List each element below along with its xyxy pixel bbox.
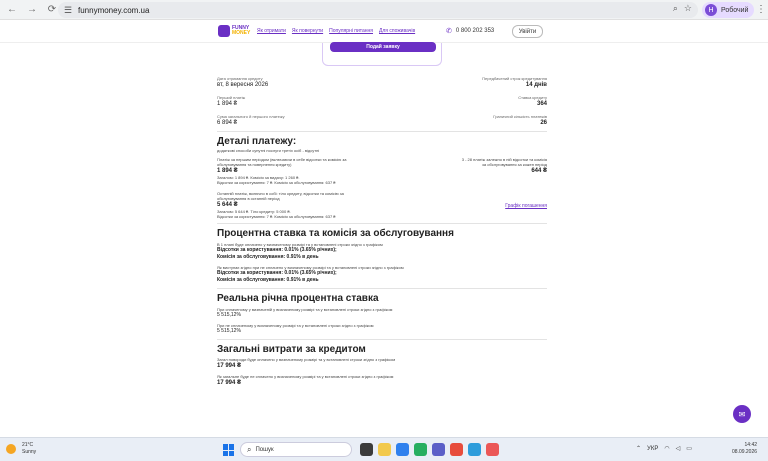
back-icon[interactable]: ← [4, 2, 20, 18]
real-rate-value-2: 5 515,12% [217, 328, 241, 334]
sun-icon [6, 444, 16, 454]
nav-consumers[interactable]: Для споживачів [379, 28, 415, 34]
forward-icon[interactable]: → [24, 2, 40, 18]
apply-button[interactable]: Подай заявку [330, 42, 436, 52]
logo-mark-icon [218, 25, 230, 37]
last-payment-breakdown-2: Відсотки за користування: 7 ₴. Комісія з… [217, 214, 336, 219]
divider [217, 339, 547, 340]
teams-icon[interactable] [432, 443, 445, 456]
site-info-icon[interactable]: ☰ [60, 5, 76, 16]
nav-how-to-repay[interactable]: Як повернути [292, 28, 323, 34]
nav-how-to-get[interactable]: Як отримати [257, 28, 286, 34]
payments-count-value: 26 [540, 120, 547, 126]
site-header: FUNNY MONEY Як отримати Як повернути Поп… [0, 21, 768, 43]
payment-details-subtitle: додаткові способи супутні послуги третіх… [217, 148, 320, 153]
search-icon: ⌕ [247, 444, 252, 454]
login-button[interactable]: Увійти [512, 25, 543, 38]
file-explorer-icon[interactable] [378, 443, 391, 456]
taskbar-apps [360, 443, 499, 456]
nav-faq[interactable]: Популярні питання [329, 28, 373, 34]
taskbar-search[interactable]: ⌕ Пошук [240, 442, 352, 457]
taskbar-search-label: Пошук [255, 446, 274, 453]
total-cost-title: Загальні витрати за кредитом [217, 344, 366, 355]
site-logo[interactable]: FUNNY MONEY [218, 25, 250, 37]
url-text: funnymoney.com.ua [78, 5, 150, 15]
total-value: 6 894 ₴ [217, 120, 238, 126]
browser-menu-icon[interactable]: ⋮ [756, 4, 766, 15]
language-indicator[interactable]: УКР [647, 446, 658, 452]
regular-payment-amount: 644 ₴ [531, 168, 547, 174]
real-rate-title: Реальна річна процентна ставка [217, 293, 379, 304]
volume-icon[interactable]: ◁ [676, 445, 681, 452]
rates-fee-2: Комісія за обслуговування: 0.91% в день [217, 277, 319, 283]
profile-name: Робочий [721, 6, 749, 14]
battery-icon[interactable]: ▭ [686, 445, 692, 452]
clock-time: 14:42 [744, 442, 758, 448]
apr-value: 364 [536, 101, 547, 107]
divider [217, 223, 547, 224]
total-cost-value-1: 17 994 ₴ [217, 363, 242, 369]
task-view-icon[interactable] [360, 443, 373, 456]
windows-taskbar: 21°C Sunny ⌕ Пошук ⌃ УКР ◠ ◁ ▭ 14:42 08.… [0, 437, 768, 461]
first-payment-amount: 1 894 ₴ [217, 168, 238, 174]
mail-icon[interactable] [468, 443, 481, 456]
phone-contact[interactable]: ✆ 0 800 202 353 [446, 27, 494, 35]
divider [217, 131, 547, 132]
weather-condition: Sunny [22, 449, 37, 455]
rates-fee-1: Комісія за обслуговування: 0.91% в день [217, 254, 319, 260]
phone-icon: ✆ [446, 28, 452, 35]
bookmark-star-icon[interactable]: ☆ [684, 3, 692, 14]
weather-widget[interactable]: 21°C Sunny [6, 442, 36, 456]
system-tray: ⌃ УКР ◠ ◁ ▭ [636, 445, 692, 453]
rates-interest-2: Відсотки за користування: 0.01% (3.65% р… [217, 270, 337, 276]
avatar: Н [705, 4, 717, 16]
loan-details: Дата отримання кредиту вт, 8 вересня 202… [217, 72, 547, 387]
phone-number: 0 800 202 353 [455, 28, 495, 34]
wifi-icon[interactable]: ◠ [664, 445, 669, 452]
real-rate-value-1: 5 515,12% [217, 312, 241, 318]
schedule-link[interactable]: Графік погашення [505, 203, 547, 209]
store-icon[interactable] [414, 443, 427, 456]
total-cost-value-2: 17 994 ₴ [217, 380, 242, 386]
logo-line2: MONEY [232, 30, 251, 36]
chat-icon[interactable]: ✉ [733, 405, 751, 423]
chrome-icon[interactable] [486, 443, 499, 456]
browser-toolbar: ← → ⟳ ☰ funnymoney.com.ua ⌕ ☆ Н Робочий … [0, 0, 768, 20]
first-payment-value: 1 894 ₴ [217, 101, 238, 107]
windows-start-icon[interactable] [223, 444, 235, 456]
regular-payment-desc: 3 - 28 платіж залежно в ній відсотки та … [461, 157, 547, 167]
site-nav: Як отримати Як повернути Популярні питан… [257, 28, 415, 34]
term-value: 14 днів [525, 82, 547, 88]
first-payment-desc: Платіж за першим періодом (включаючи в с… [217, 157, 347, 167]
date-value: вт, 8 вересня 2026 [217, 82, 269, 88]
payment-details-title: Деталі платежу: [217, 136, 297, 147]
edge-icon[interactable] [396, 443, 409, 456]
last-payment-amount: 5 644 ₴ [217, 202, 238, 208]
clock-date: 08.09.2026 [732, 449, 758, 455]
divider [217, 288, 547, 289]
payment-row-1: Платіж за першим періодом (включаючи в с… [217, 157, 547, 185]
payment-row-2: Останній платіж, включно в собі: тіло кр… [217, 191, 547, 219]
summary-row-3: Сума загального й першого платежу 6 894 … [217, 114, 547, 127]
payments-count-label: Граничний кількість платежів [493, 114, 547, 119]
profile-button[interactable]: Н Робочий [702, 2, 754, 18]
apply-card: Подай заявку [322, 42, 442, 66]
taskbar-clock[interactable]: 14:42 08.09.2026 [732, 442, 757, 456]
rates-interest-1: Відсотки за користування: 0.01% (3.65% р… [217, 247, 337, 253]
weather-temp: 21°C [22, 442, 34, 448]
address-bar[interactable]: ☰ funnymoney.com.ua ⌕ ☆ [58, 2, 698, 18]
zoom-icon[interactable]: ⌕ [673, 3, 678, 14]
chevron-up-icon[interactable]: ⌃ [636, 445, 641, 452]
first-payment-breakdown-2: Відсотки за користування: 7 ₴. Комісія з… [217, 180, 336, 185]
app-icon[interactable] [450, 443, 463, 456]
summary-row-1: Дата отримання кредиту вт, 8 вересня 202… [217, 76, 547, 89]
last-payment-desc: Останній платіж, включно в собі: тіло кр… [217, 191, 344, 201]
rates-title: Процентна ставка та комісія за обслугову… [217, 228, 454, 239]
summary-row-2: Перший платіж 1 894 ₴ Ставка кредиту 364 [217, 95, 547, 108]
